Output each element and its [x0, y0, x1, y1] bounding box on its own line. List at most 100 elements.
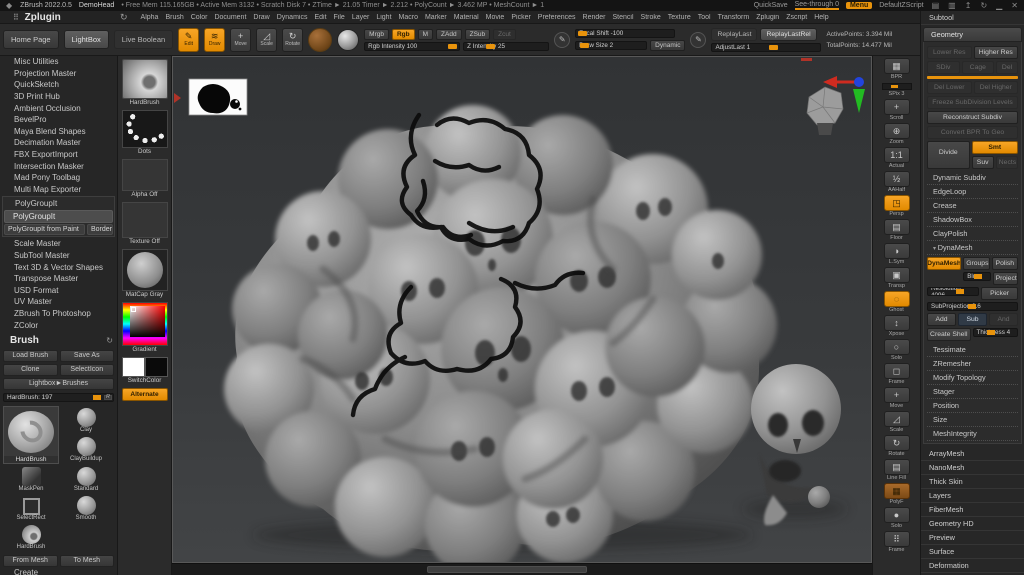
- sub-mode-button[interactable]: Sub: [958, 313, 987, 326]
- refresh-icon[interactable]: ↻: [979, 1, 988, 10]
- focal-shift-slider[interactable]: Focal Shift -100: [575, 28, 676, 38]
- zplugin-item-usd-format[interactable]: USD Format: [0, 285, 117, 297]
- zplugin-item-fbx-exportimport[interactable]: FBX ExportImport: [0, 149, 117, 161]
- material-orb-icon[interactable]: [337, 28, 360, 51]
- shelf-toggle-rotate[interactable]: ↻ Rotate: [883, 435, 910, 458]
- menu-stroke[interactable]: Stroke: [638, 14, 664, 21]
- polish-toggle[interactable]: Polish: [991, 257, 1018, 270]
- shelf-toggle-transp[interactable]: ▣ Transp: [883, 267, 910, 290]
- color-sv-square[interactable]: [121, 302, 168, 346]
- groups-toggle[interactable]: Groups: [963, 257, 990, 270]
- geometry-subsection-crease[interactable]: Crease: [927, 199, 1018, 213]
- menu-file[interactable]: File: [331, 14, 348, 21]
- select-icon-button[interactable]: SelectIcon: [59, 363, 114, 376]
- alternate-button[interactable]: Alternate: [121, 388, 168, 401]
- m-button[interactable]: M: [417, 28, 434, 40]
- switch-color-control[interactable]: SwitchColor: [121, 357, 169, 385]
- alpha-selector[interactable]: Alpha Off: [121, 159, 169, 199]
- shelf-toggle-line-fill[interactable]: ▤ Line Fill: [883, 459, 910, 482]
- canvas-viewport[interactable]: [173, 57, 871, 562]
- tool-section-deformation[interactable]: Deformation: [921, 559, 1024, 573]
- blur-slider[interactable]: Blur: [963, 272, 991, 281]
- zsub-button[interactable]: ZSub: [464, 28, 491, 40]
- menu-help[interactable]: Help: [811, 14, 831, 21]
- lightbox-brushes-button[interactable]: Lightbox►Brushes: [3, 377, 114, 390]
- rgb-intensity-slider[interactable]: Rgb Intensity 100: [364, 41, 461, 51]
- menu-texture[interactable]: Texture: [665, 14, 694, 21]
- zplugin-item-zcolor[interactable]: ZColor: [0, 319, 117, 331]
- zplugin-item-uv-master[interactable]: UV Master: [0, 296, 117, 308]
- polygroupit-header[interactable]: PolyGroupIt: [4, 198, 113, 209]
- brush-thumb-hardbrush[interactable]: HardBrush: [3, 523, 59, 551]
- brush-slider-r-button[interactable]: R: [104, 394, 112, 400]
- reconstruct-subdiv-button[interactable]: Reconstruct Subdiv: [927, 111, 1018, 124]
- zplugin-item-misc-utilities[interactable]: Misc Utilities: [0, 56, 117, 68]
- del-higher-button[interactable]: Del Higher: [973, 81, 1018, 94]
- shelf-toggle-solo[interactable]: ○ Solo: [883, 339, 910, 362]
- resolution-slider[interactable]: Resolution 4096: [927, 287, 980, 296]
- document-canvas[interactable]: [172, 56, 872, 563]
- menu-zscript[interactable]: Zscript: [783, 14, 810, 21]
- to-mesh-button[interactable]: To Mesh: [59, 554, 114, 567]
- live-boolean-button[interactable]: Live Boolean: [113, 30, 174, 49]
- rgb-intensity-knob[interactable]: [448, 43, 458, 49]
- sdiv-slider[interactable]: SDiv: [927, 61, 960, 74]
- tool-section-nanomesh[interactable]: NanoMesh: [921, 461, 1024, 475]
- z-intensity-slider[interactable]: Z Intensity 25: [463, 41, 550, 51]
- zplugin-item-quicksketch[interactable]: QuickSketch: [0, 79, 117, 91]
- shelf-toggle-scale[interactable]: ◿ Scale: [883, 411, 910, 434]
- geometry-subsection-meshintegrity[interactable]: MeshIntegrity: [927, 427, 1018, 441]
- zplugin-item-subtool-master[interactable]: SubTool Master: [0, 250, 117, 262]
- shelf-toggle-zoom[interactable]: ⊕ Zoom: [883, 123, 910, 146]
- shelf-toggle-actual[interactable]: 1:1 Actual: [883, 147, 910, 170]
- dynamesh-subsection-header[interactable]: DynaMesh: [927, 241, 1018, 255]
- menu-movie[interactable]: Movie: [483, 14, 508, 21]
- default-zscript-button[interactable]: DefaultZScript: [879, 2, 923, 9]
- menu-draw[interactable]: Draw: [250, 14, 272, 21]
- tool-section-geometry-hd[interactable]: Geometry HD: [921, 517, 1024, 531]
- quicksave-button[interactable]: QuickSave: [754, 2, 788, 9]
- freeze-subdivision-button[interactable]: Freeze SubDivision Levels: [927, 96, 1018, 109]
- menu-edit[interactable]: Edit: [311, 14, 329, 21]
- menu-material[interactable]: Material: [451, 14, 482, 21]
- brush-slider-knob[interactable]: [93, 394, 101, 400]
- smt-toggle[interactable]: Smt: [971, 141, 1018, 154]
- shelf-toggle-move[interactable]: + Move: [883, 387, 910, 410]
- zplugin-item-projection-master[interactable]: Projection Master: [0, 68, 117, 80]
- focal-shift-knob[interactable]: [578, 30, 588, 36]
- palette-grip-icon[interactable]: ⠿: [13, 13, 19, 22]
- replay-last-button[interactable]: ReplayLast: [711, 27, 758, 41]
- shelf-toggle-solo[interactable]: ● Solo: [883, 507, 910, 530]
- cage-button[interactable]: Cage: [961, 61, 995, 74]
- canvas-horizontal-scrollbar[interactable]: [172, 563, 872, 575]
- create-shell-button[interactable]: Create Shell: [927, 328, 971, 341]
- close-icon[interactable]: ✕: [1010, 1, 1019, 10]
- secondary-color-swatch[interactable]: [144, 357, 168, 377]
- zplugin-item-mad-pony-toolbag[interactable]: Mad Pony Toolbag: [0, 172, 117, 184]
- brush-thumb-smooth[interactable]: Smooth: [60, 494, 112, 522]
- stroke-settings-icon[interactable]: ✎: [690, 31, 707, 48]
- restore-config-icon[interactable]: ↻: [120, 12, 128, 23]
- shelf-toggle-floor[interactable]: ▤ Floor: [883, 219, 910, 242]
- geometry-subsection-size[interactable]: Size: [927, 413, 1018, 427]
- shelf-toggle-polyf[interactable]: ▦ PolyF: [883, 483, 910, 506]
- zplugin-item-multi-map-exporter[interactable]: Multi Map Exporter: [0, 184, 117, 196]
- rotate-mode-button[interactable]: ↻ Rotate: [282, 27, 304, 52]
- replay-last-rel-button[interactable]: ReplayLastRel: [760, 27, 817, 41]
- shelf-toggle-ghost[interactable]: ◌ Ghost: [883, 291, 910, 314]
- zplugin-item-intersection-masker[interactable]: Intersection Masker: [0, 160, 117, 172]
- brush-select-slider[interactable]: HardBrush: 197 R: [3, 392, 114, 402]
- current-brush-selector[interactable]: HardBrush: [121, 59, 169, 107]
- folder-icon[interactable]: ▥: [947, 1, 957, 10]
- adjust-last-slider[interactable]: AdjustLast 1: [711, 42, 822, 52]
- zplugin-item-zbrush-to-photoshop[interactable]: ZBrush To Photoshop: [0, 308, 117, 320]
- geometry-section-header[interactable]: Geometry: [923, 27, 1022, 42]
- scale-mode-button[interactable]: ◿ Scale: [256, 27, 278, 52]
- zplugin-item-decimation-master[interactable]: Decimation Master: [0, 137, 117, 149]
- menu-preferences[interactable]: Preferences: [535, 14, 579, 21]
- geometry-subsection-modify-topology[interactable]: Modify Topology: [927, 371, 1018, 385]
- zplugin-item-bevelpro[interactable]: BevelPro: [0, 114, 117, 126]
- scrollbar-handle[interactable]: [427, 566, 587, 573]
- and-mode-button[interactable]: And: [989, 313, 1018, 326]
- subtool-section[interactable]: Subtool: [921, 11, 1024, 25]
